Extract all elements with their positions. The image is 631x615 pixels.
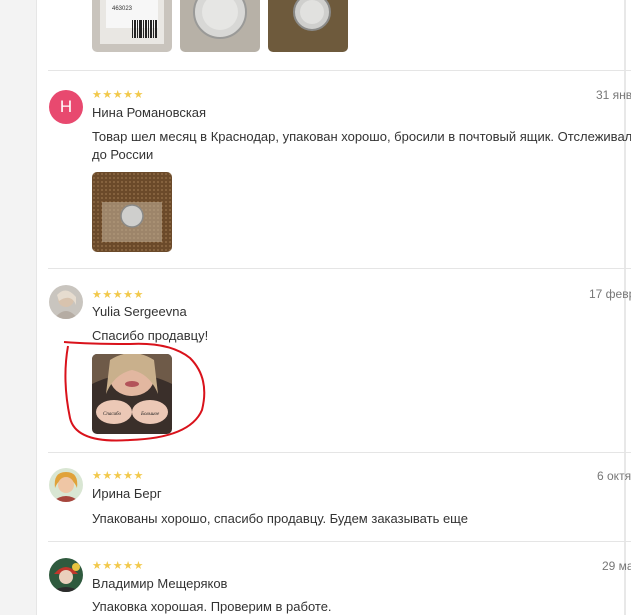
review-author: Yulia Sergeevna [92,304,187,319]
review-author: Нина Романовская [92,105,207,120]
reviews-page: 463023 Н ★★★★★ Нина Романовская 31 янв Т… [0,0,631,615]
review-date: 6 октя [597,469,631,483]
rating-stars: ★★★★★ [92,89,144,101]
review-photo-package[interactable]: 463023 [92,0,172,52]
rating-stars: ★★★★★ [92,470,144,482]
avatar: Н [49,90,83,124]
avatar [49,558,83,592]
review-text: Упакованы хорошо, спасибо продавцу. Буде… [92,511,468,526]
review-text-continued: до России [92,147,154,162]
review-date: 17 февр [589,287,631,301]
review-text: Упаковка хорошая. Проверим в работе. [92,599,332,614]
avatar [49,285,83,319]
review-date: 31 янв [596,88,631,102]
avatar-letter: Н [59,97,73,116]
review-photo-battery-dark[interactable] [268,0,348,52]
package-label: 463023 [112,6,133,12]
review-divider [48,70,631,71]
review-text: Товар шел месяц в Краснодар, упакован хо… [92,129,631,144]
review-divider [48,268,631,269]
review-divider [48,452,631,453]
rating-stars: ★★★★★ [92,560,144,572]
rating-stars: ★★★★★ [92,289,144,301]
review-photo[interactable]: Спасибо Большое [92,354,172,434]
review-photo[interactable] [92,172,172,252]
left-margin [0,0,36,615]
review-text: Спасибо продавцу! [92,328,209,343]
photo-caption-left: Спасибо [103,412,122,417]
review-photo-battery[interactable] [180,0,260,52]
review-author: Ирина Берг [92,486,162,501]
review-author: Владимир Мещеряков [92,576,228,591]
photo-caption-right: Большое [140,412,160,417]
review-divider [48,541,631,542]
review-date: 29 ма [602,559,631,573]
avatar [49,468,83,502]
